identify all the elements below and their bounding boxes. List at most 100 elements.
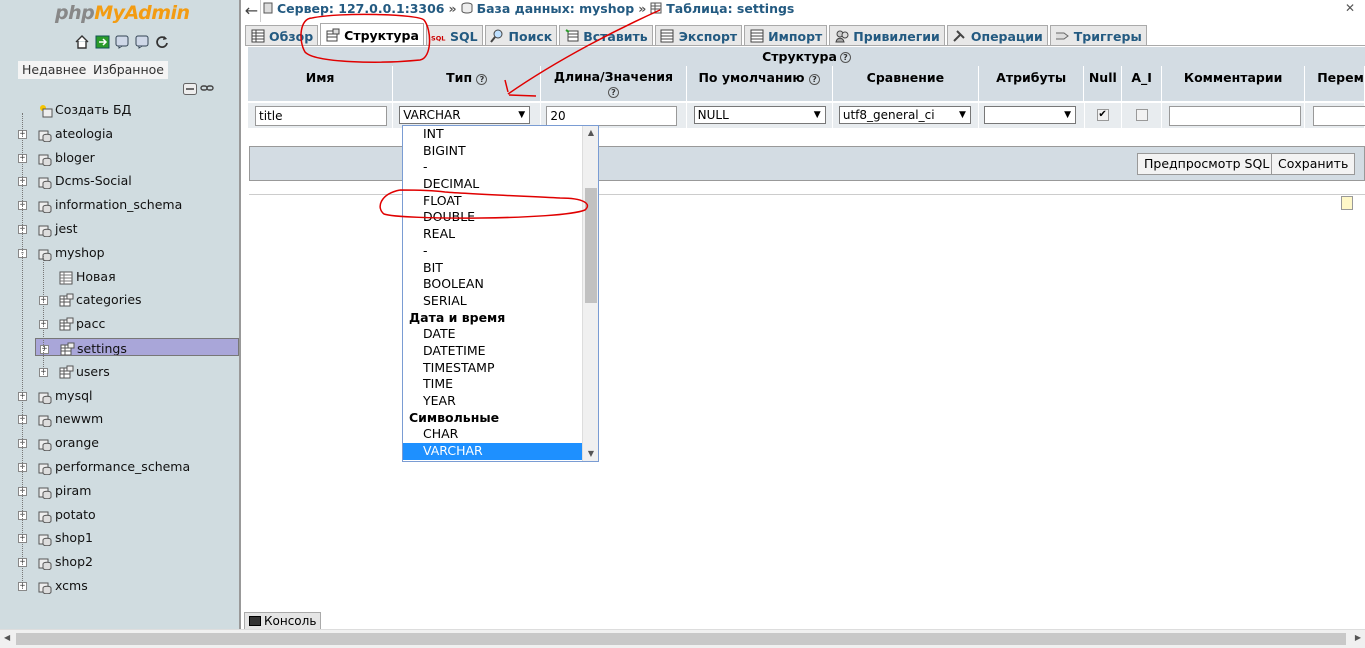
scroll-down-arrow-icon[interactable]: ▼ bbox=[583, 447, 598, 461]
move-column-select[interactable] bbox=[1313, 106, 1365, 126]
tree-item-myshop[interactable]: - myshop bbox=[0, 243, 239, 265]
tree-item-label[interactable]: information_schema bbox=[55, 197, 182, 212]
db-icon[interactable] bbox=[38, 222, 53, 237]
attributes-select[interactable]: ▼ bbox=[984, 106, 1077, 124]
horizontal-scrollbar-thumb[interactable] bbox=[16, 633, 1346, 645]
db-icon[interactable] bbox=[38, 579, 53, 594]
tree-item-label[interactable]: Новая bbox=[76, 269, 116, 284]
dropdown-scrollbar[interactable]: ▲ ▼ bbox=[582, 126, 598, 461]
notes-icon[interactable] bbox=[1341, 196, 1353, 210]
db-icon[interactable] bbox=[38, 246, 53, 261]
breadcrumb-database[interactable]: База данных: myshop bbox=[477, 1, 635, 16]
tab-search[interactable]: Поиск bbox=[484, 25, 558, 46]
collation-select[interactable]: utf8_general_ci ▼ bbox=[838, 106, 971, 124]
null-checkbox[interactable]: ✔ bbox=[1096, 109, 1109, 121]
table-icon[interactable] bbox=[59, 293, 74, 308]
table-icon[interactable] bbox=[60, 342, 75, 355]
preview-sql-button[interactable]: Предпросмотр SQL bbox=[1137, 153, 1277, 175]
tab-structure[interactable]: Структура bbox=[320, 23, 424, 46]
scrollbar-thumb[interactable] bbox=[585, 188, 597, 303]
tree-item-categories[interactable]: + categories bbox=[0, 290, 239, 312]
tab-privileges[interactable]: Привилегии bbox=[829, 25, 945, 46]
tree-item-label[interactable]: categories bbox=[76, 292, 142, 307]
db-icon[interactable] bbox=[38, 127, 53, 142]
new-table-icon[interactable] bbox=[59, 270, 74, 285]
tree-item-label[interactable]: Dcms-Social bbox=[55, 173, 132, 188]
tree-item-settings[interactable]: + settings bbox=[35, 338, 239, 356]
tree-item-label[interactable]: jest bbox=[55, 221, 78, 236]
tree-item-создать-бд[interactable]: Создать БД bbox=[0, 100, 239, 122]
tree-item-shop2[interactable]: + shop2 bbox=[0, 552, 239, 574]
tree-item-label[interactable]: orange bbox=[55, 435, 99, 450]
type-option[interactable]: TIME bbox=[403, 376, 583, 393]
tree-item-pacc[interactable]: + pacc bbox=[0, 314, 239, 336]
type-option[interactable]: - bbox=[403, 243, 583, 260]
scroll-right-arrow-icon[interactable]: ▶ bbox=[1355, 633, 1361, 642]
help-icon[interactable]: ? bbox=[607, 87, 619, 98]
db-icon[interactable] bbox=[38, 151, 53, 166]
tab-export[interactable]: Экспорт bbox=[654, 25, 743, 46]
db-icon[interactable] bbox=[38, 460, 53, 475]
db-icon[interactable] bbox=[38, 484, 53, 499]
new-db-icon[interactable] bbox=[38, 103, 53, 118]
scroll-left-arrow-icon[interactable]: ◀ bbox=[4, 633, 10, 642]
table-icon[interactable] bbox=[59, 317, 74, 332]
collapse-nav-arrow-icon[interactable]: ← bbox=[243, 0, 261, 22]
tab-triggers[interactable]: Триггеры bbox=[1049, 25, 1147, 46]
tree-item-piram[interactable]: + piram bbox=[0, 481, 239, 503]
tree-item-label[interactable]: myshop bbox=[55, 245, 105, 260]
db-icon[interactable] bbox=[38, 436, 53, 452]
auto-increment-checkbox[interactable] bbox=[1136, 109, 1149, 121]
table-icon[interactable] bbox=[59, 365, 74, 380]
type-option[interactable]: SERIAL bbox=[403, 293, 583, 310]
tree-item-новая[interactable]: Новая bbox=[0, 267, 239, 289]
db-icon[interactable] bbox=[38, 508, 53, 523]
tree-item-label[interactable]: performance_schema bbox=[55, 459, 190, 474]
tree-item-label[interactable]: users bbox=[76, 364, 110, 379]
type-select[interactable]: VARCHAR ▼ bbox=[399, 106, 531, 124]
tab-operations[interactable]: Операции bbox=[946, 25, 1048, 46]
type-option[interactable]: BIGINT bbox=[403, 143, 583, 160]
type-option[interactable]: - bbox=[403, 159, 583, 176]
help-icon[interactable]: ? bbox=[476, 74, 488, 85]
tree-item-xcms[interactable]: + xcms bbox=[0, 576, 239, 598]
tree-item-ateologia[interactable]: + ateologia bbox=[0, 124, 239, 146]
type-option[interactable]: TIMESTAMP bbox=[403, 360, 583, 377]
tree-item-label[interactable]: shop1 bbox=[55, 530, 93, 545]
horizontal-scrollbar[interactable]: ◀ ▶ bbox=[0, 629, 1365, 648]
tab-import[interactable]: Импорт bbox=[744, 25, 828, 46]
type-option[interactable]: DATE bbox=[403, 326, 583, 343]
db-icon[interactable] bbox=[38, 174, 53, 190]
type-option[interactable]: INT bbox=[403, 126, 583, 143]
db-icon[interactable] bbox=[38, 389, 53, 404]
type-option[interactable]: DOUBLE bbox=[403, 209, 583, 226]
tree-item-label[interactable]: newwm bbox=[55, 411, 103, 426]
tree-item-users[interactable]: + users bbox=[0, 362, 239, 384]
tree-item-mysql[interactable]: + mysql bbox=[0, 386, 239, 408]
console-toggle[interactable]: Консоль bbox=[244, 612, 322, 629]
tree-item-label[interactable]: Создать БД bbox=[55, 102, 131, 117]
tree-item-dcms-social[interactable]: + Dcms-Social bbox=[0, 171, 239, 193]
tree-item-performance-schema[interactable]: + performance_schema bbox=[0, 457, 239, 479]
scroll-up-arrow-icon[interactable]: ▲ bbox=[583, 126, 598, 140]
length-input[interactable]: 20 bbox=[546, 106, 678, 126]
type-option[interactable]: YEAR bbox=[403, 393, 583, 410]
tree-item-label[interactable]: potato bbox=[55, 507, 96, 522]
type-option[interactable]: BOOLEAN bbox=[403, 276, 583, 293]
type-option[interactable]: FLOAT bbox=[403, 193, 583, 210]
db-icon[interactable] bbox=[38, 555, 53, 571]
tree-item-label[interactable]: shop2 bbox=[55, 554, 93, 569]
tree-item-label[interactable]: mysql bbox=[55, 388, 93, 403]
type-option[interactable]: DECIMAL bbox=[403, 176, 583, 193]
save-button[interactable]: Сохранить bbox=[1271, 153, 1356, 175]
type-option[interactable]: DATETIME bbox=[403, 343, 583, 360]
type-dropdown-list[interactable]: INT BIGINT - DECIMAL FLOAT DOUBLE REAL - BIT BOOL… bbox=[402, 125, 599, 462]
tree-item-label[interactable]: xcms bbox=[55, 578, 88, 593]
tree-item-label[interactable]: settings bbox=[77, 341, 127, 355]
tree-item-jest[interactable]: + jest bbox=[0, 219, 239, 241]
tab-sql[interactable]: SQL SQL bbox=[425, 25, 483, 46]
tree-item-newwm[interactable]: + newwm bbox=[0, 409, 239, 431]
tree-item-bloger[interactable]: + bloger bbox=[0, 148, 239, 170]
db-icon[interactable] bbox=[38, 198, 53, 214]
expand-icon[interactable]: + bbox=[40, 345, 49, 354]
